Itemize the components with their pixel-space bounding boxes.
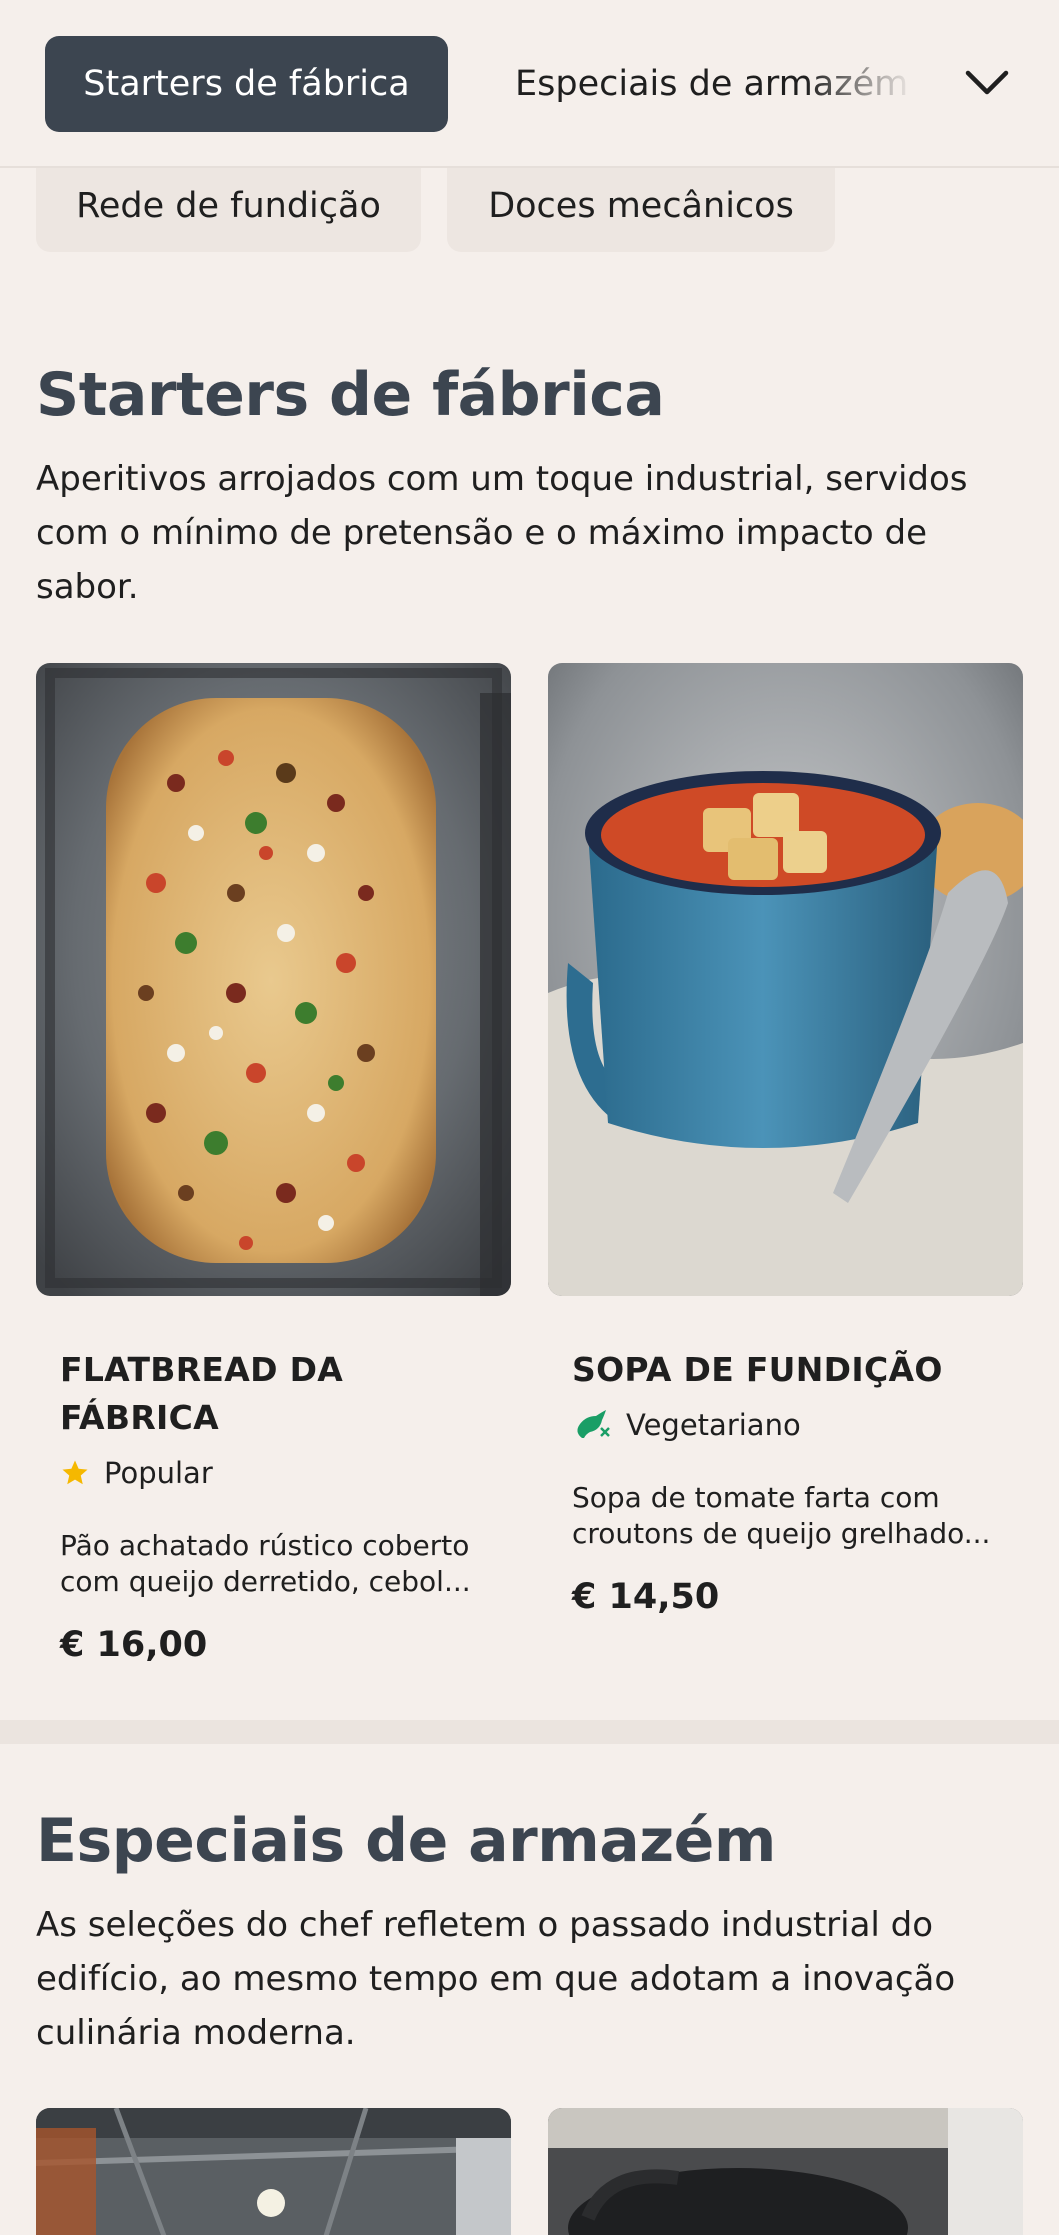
scroll-fade xyxy=(805,36,915,132)
item-description-flatbread: Pão achatado rústico coberto com queijo … xyxy=(60,1529,471,1598)
tab-starters-label: Starters de fábrica xyxy=(83,64,410,104)
item-price-flatbread: € 16,00 xyxy=(60,1625,208,1665)
star-icon xyxy=(62,1460,88,1485)
item-description-soup: Sopa de tomate farta com croutons de que… xyxy=(572,1481,991,1550)
popular-tag: Popular xyxy=(60,1456,213,1490)
expand-categories-button[interactable] xyxy=(945,50,1029,116)
item-price-soup: € 14,50 xyxy=(572,1577,720,1617)
vegetarian-tag: Vegetariano xyxy=(572,1408,801,1442)
tab-warehouse-specials[interactable]: Especiais de armazém xyxy=(515,36,915,132)
item-name-flatbread[interactable]: FLATBREAD DA FÁBRICA xyxy=(60,1346,480,1442)
soup-image[interactable] xyxy=(548,663,1023,1296)
chip-mechanical-sweets[interactable]: Doces mecânicos xyxy=(447,160,835,252)
vegetarian-tag-label: Vegetariano xyxy=(626,1408,801,1442)
warehouse-item-image-2[interactable] xyxy=(548,2108,1023,2235)
chevron-down-icon xyxy=(965,70,1009,95)
flatbread-image[interactable] xyxy=(36,663,511,1296)
section-description-starters: Aperitivos arrojados com um toque indust… xyxy=(36,459,968,607)
popular-tag-label: Popular xyxy=(104,1456,213,1490)
section-title-starters: Starters de fábrica xyxy=(36,360,665,430)
vegetarian-icon xyxy=(577,1410,610,1438)
section-description-warehouse-specials: As seleções do chef refletem o passado i… xyxy=(36,1905,956,2053)
section-title-warehouse-specials: Especiais de armazém xyxy=(36,1806,776,1876)
menu-page: Starters de fábrica Especiais de armazém… xyxy=(0,0,1059,2235)
chip-mechanical-sweets-label: Doces mecânicos xyxy=(488,186,794,226)
category-nav: Starters de fábrica Especiais de armazém xyxy=(0,0,1059,168)
chip-foundry-network-label: Rede de fundição xyxy=(76,186,381,226)
chip-foundry-network[interactable]: Rede de fundição xyxy=(36,160,421,252)
item-name-soup[interactable]: SOPA DE FUNDIÇÃO xyxy=(572,1346,1002,1394)
tab-starters[interactable]: Starters de fábrica xyxy=(45,36,448,132)
warehouse-item-image-1[interactable] xyxy=(36,2108,511,2235)
section-divider xyxy=(0,1720,1059,1744)
